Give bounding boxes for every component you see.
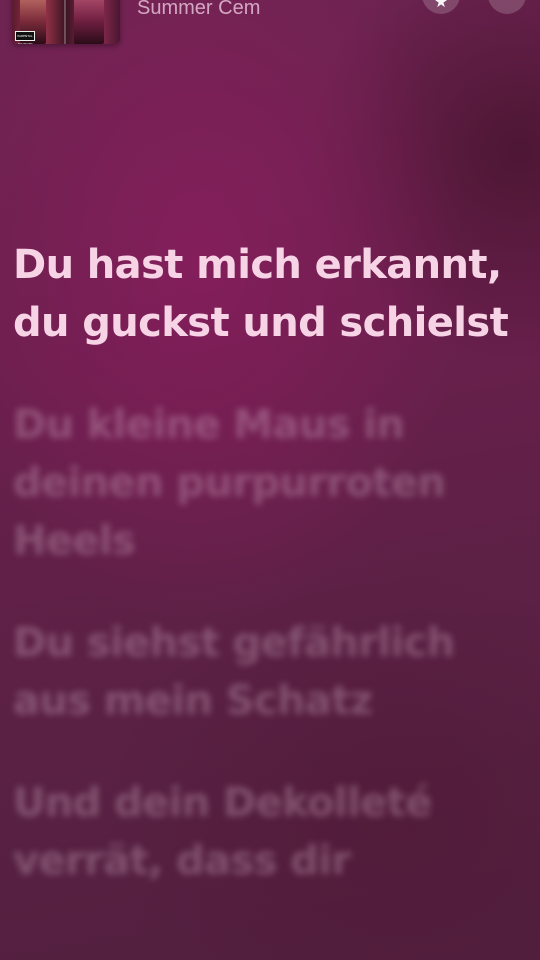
parental-advisory-badge: PARENTAL ADVISORY	[15, 31, 35, 44]
lyric-line[interactable]: Und dein Dekolleté verrät, dass dir	[13, 774, 528, 890]
favorite-button[interactable]: ★	[422, 0, 460, 14]
lyric-line-current[interactable]: Du hast mich erkannt, du guckst und schi…	[13, 236, 528, 352]
lyric-line[interactable]: Du siehst gefährlich aus mein Schatz	[13, 614, 528, 730]
lyric-line[interactable]: Du kleine Maus in deinen purpurroten Hee…	[13, 396, 528, 570]
star-icon: ★	[433, 0, 449, 8]
artist-name[interactable]: Summer Cem	[137, 0, 260, 20]
more-button[interactable]	[488, 0, 526, 14]
now-playing-header: PARENTAL ADVISORY Summer Cem ★	[0, 0, 540, 50]
artwork-figure-right	[74, 0, 104, 44]
lyrics-view[interactable]: Du hast mich erkannt, du guckst und schi…	[13, 236, 528, 934]
artwork-divider	[64, 0, 66, 44]
album-artwork[interactable]: PARENTAL ADVISORY	[12, 0, 120, 44]
